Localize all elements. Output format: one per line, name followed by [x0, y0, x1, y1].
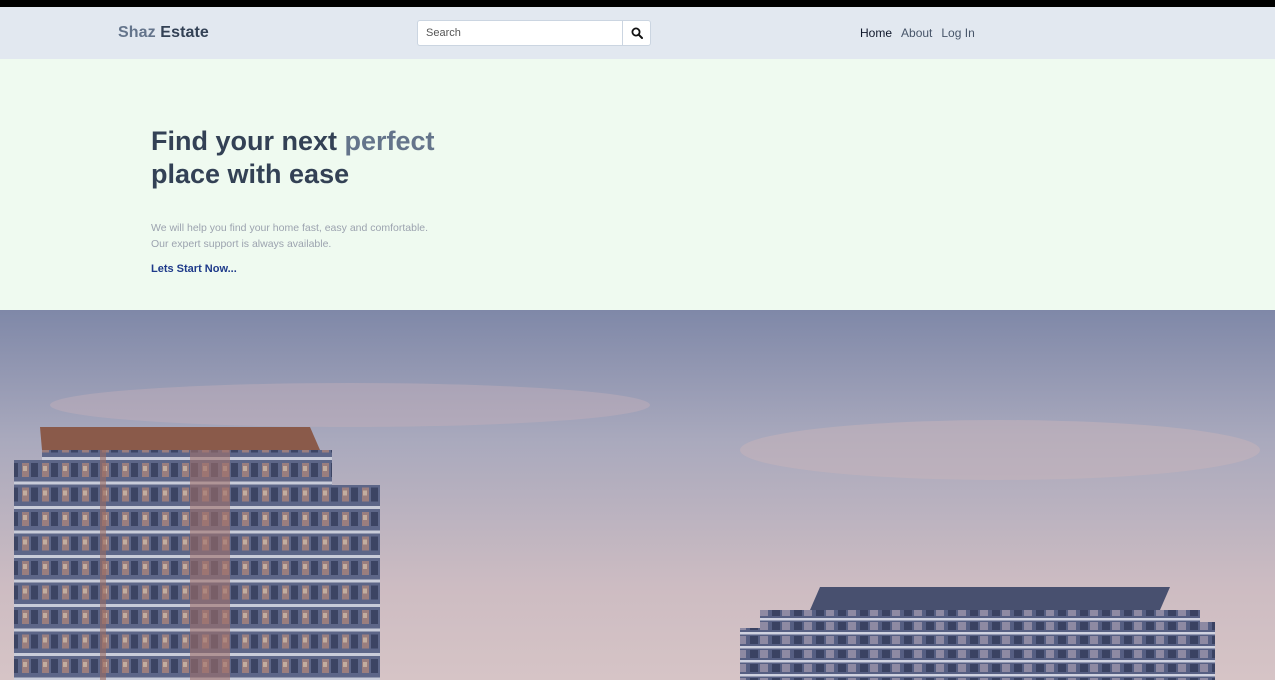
nav-about[interactable]: About: [901, 26, 932, 40]
hero-title-accent: perfect: [344, 126, 435, 156]
search-input[interactable]: [417, 20, 622, 46]
logo-part-estate: Estate: [160, 24, 209, 41]
hero-title-part2: place with ease: [151, 159, 350, 189]
logo-part-shaz: Shaz: [118, 24, 156, 41]
hero-subtitle: We will help you find your home fast, ea…: [151, 220, 428, 252]
hero-title-part1: Find your next: [151, 126, 345, 156]
start-now-link[interactable]: Lets Start Now...: [151, 263, 237, 275]
hero-subtitle-line2: Our expert support is always available.: [151, 238, 332, 250]
hero-subtitle-line1: We will help you find your home fast, ea…: [151, 222, 429, 234]
nav-home[interactable]: Home: [860, 26, 892, 40]
window-top-strip: [0, 0, 1275, 7]
nav-login[interactable]: Log In: [941, 26, 974, 40]
building-illustration: [0, 310, 1275, 680]
search-button[interactable]: [622, 20, 651, 46]
hero-section: Find your next perfect place with ease W…: [0, 59, 1275, 310]
main-nav: Home About Log In: [860, 26, 975, 40]
hero-title: Find your next perfect place with ease: [151, 125, 435, 191]
search-icon: [631, 27, 643, 39]
search-form: [417, 20, 651, 46]
site-header: Shaz Estate Home About Log In: [0, 7, 1275, 59]
logo[interactable]: Shaz Estate: [118, 24, 209, 42]
hero-building-image: [0, 310, 1275, 680]
